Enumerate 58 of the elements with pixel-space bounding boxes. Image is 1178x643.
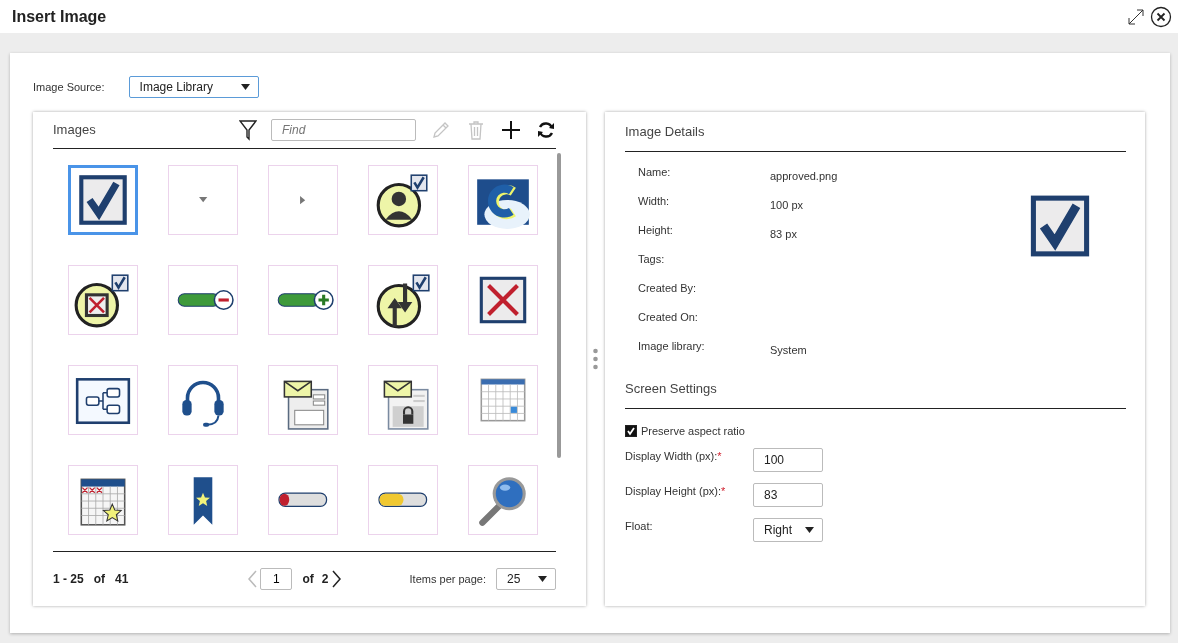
field-value: approved.png bbox=[770, 169, 839, 182]
field-value: 83 px bbox=[770, 227, 798, 240]
expand-icon bbox=[1126, 6, 1146, 27]
section-title: Screen Settings bbox=[625, 381, 718, 396]
progress-bar-icon bbox=[278, 492, 328, 508]
panel-title: Image Details bbox=[625, 124, 706, 139]
scrollbar[interactable] bbox=[557, 152, 561, 458]
items-per-page-label: Items per page: bbox=[409, 572, 486, 585]
of-text: of bbox=[302, 571, 314, 586]
refresh-icon bbox=[536, 119, 556, 140]
page-field[interactable]: 1 bbox=[260, 567, 293, 590]
float-dropdown[interactable]: Right bbox=[753, 518, 823, 542]
total-count: 41 bbox=[115, 571, 129, 586]
maximize-button[interactable] bbox=[1126, 6, 1146, 27]
filter-icon bbox=[239, 118, 257, 141]
field-label: Image library: bbox=[638, 340, 706, 352]
add-button[interactable] bbox=[500, 118, 522, 141]
field-label: Created On: bbox=[638, 311, 699, 323]
checkbox-label: Preserve aspect ratio bbox=[641, 425, 745, 437]
image-source-dropdown[interactable]: Image Library bbox=[128, 76, 259, 98]
field-label: Display Width (px):* bbox=[625, 449, 723, 462]
chevron-left-icon bbox=[248, 569, 259, 588]
caret-icon bbox=[805, 527, 814, 533]
refresh-button[interactable] bbox=[536, 119, 556, 140]
image-source-label: Image Source: bbox=[33, 81, 105, 93]
field-value: 100 px bbox=[770, 198, 805, 211]
image-thumbnail[interactable] bbox=[68, 164, 138, 235]
plus-icon bbox=[500, 118, 522, 141]
caret-down-icon bbox=[197, 196, 209, 204]
chevron-right-icon bbox=[331, 569, 342, 588]
progress-bar-icon bbox=[378, 492, 428, 508]
field-label: Float: bbox=[625, 519, 654, 532]
field-value: System bbox=[770, 343, 808, 356]
close-icon bbox=[1150, 5, 1172, 28]
next-page-button[interactable] bbox=[331, 569, 342, 588]
trash-icon bbox=[466, 118, 486, 141]
checkbox[interactable] bbox=[625, 425, 637, 437]
close-button[interactable] bbox=[1150, 5, 1172, 28]
caret-right-icon bbox=[299, 194, 307, 205]
splitter-handle-icon[interactable] bbox=[593, 348, 598, 370]
filter-button[interactable] bbox=[239, 118, 257, 141]
page-count: 2 bbox=[321, 571, 329, 586]
number-field[interactable]: 83 bbox=[753, 483, 823, 507]
caret-icon bbox=[240, 84, 250, 90]
caret-icon bbox=[538, 575, 547, 582]
number-field[interactable]: 100 bbox=[753, 448, 823, 472]
of-text: of bbox=[93, 571, 105, 586]
items-per-page-dropdown[interactable]: 25 bbox=[496, 567, 556, 590]
panel-title: Images bbox=[53, 122, 97, 138]
range-text: 1 - 25 bbox=[53, 571, 84, 586]
field-label: Name: bbox=[638, 166, 672, 178]
field-label: Width: bbox=[638, 195, 671, 207]
window-title: Insert Image bbox=[12, 7, 107, 26]
search-field[interactable]: Find bbox=[271, 118, 416, 141]
field-label: Height: bbox=[638, 224, 674, 236]
field-label: Tags: bbox=[638, 253, 666, 265]
field-label: Created By: bbox=[638, 282, 698, 294]
field-label: Display Height (px):* bbox=[625, 484, 727, 497]
